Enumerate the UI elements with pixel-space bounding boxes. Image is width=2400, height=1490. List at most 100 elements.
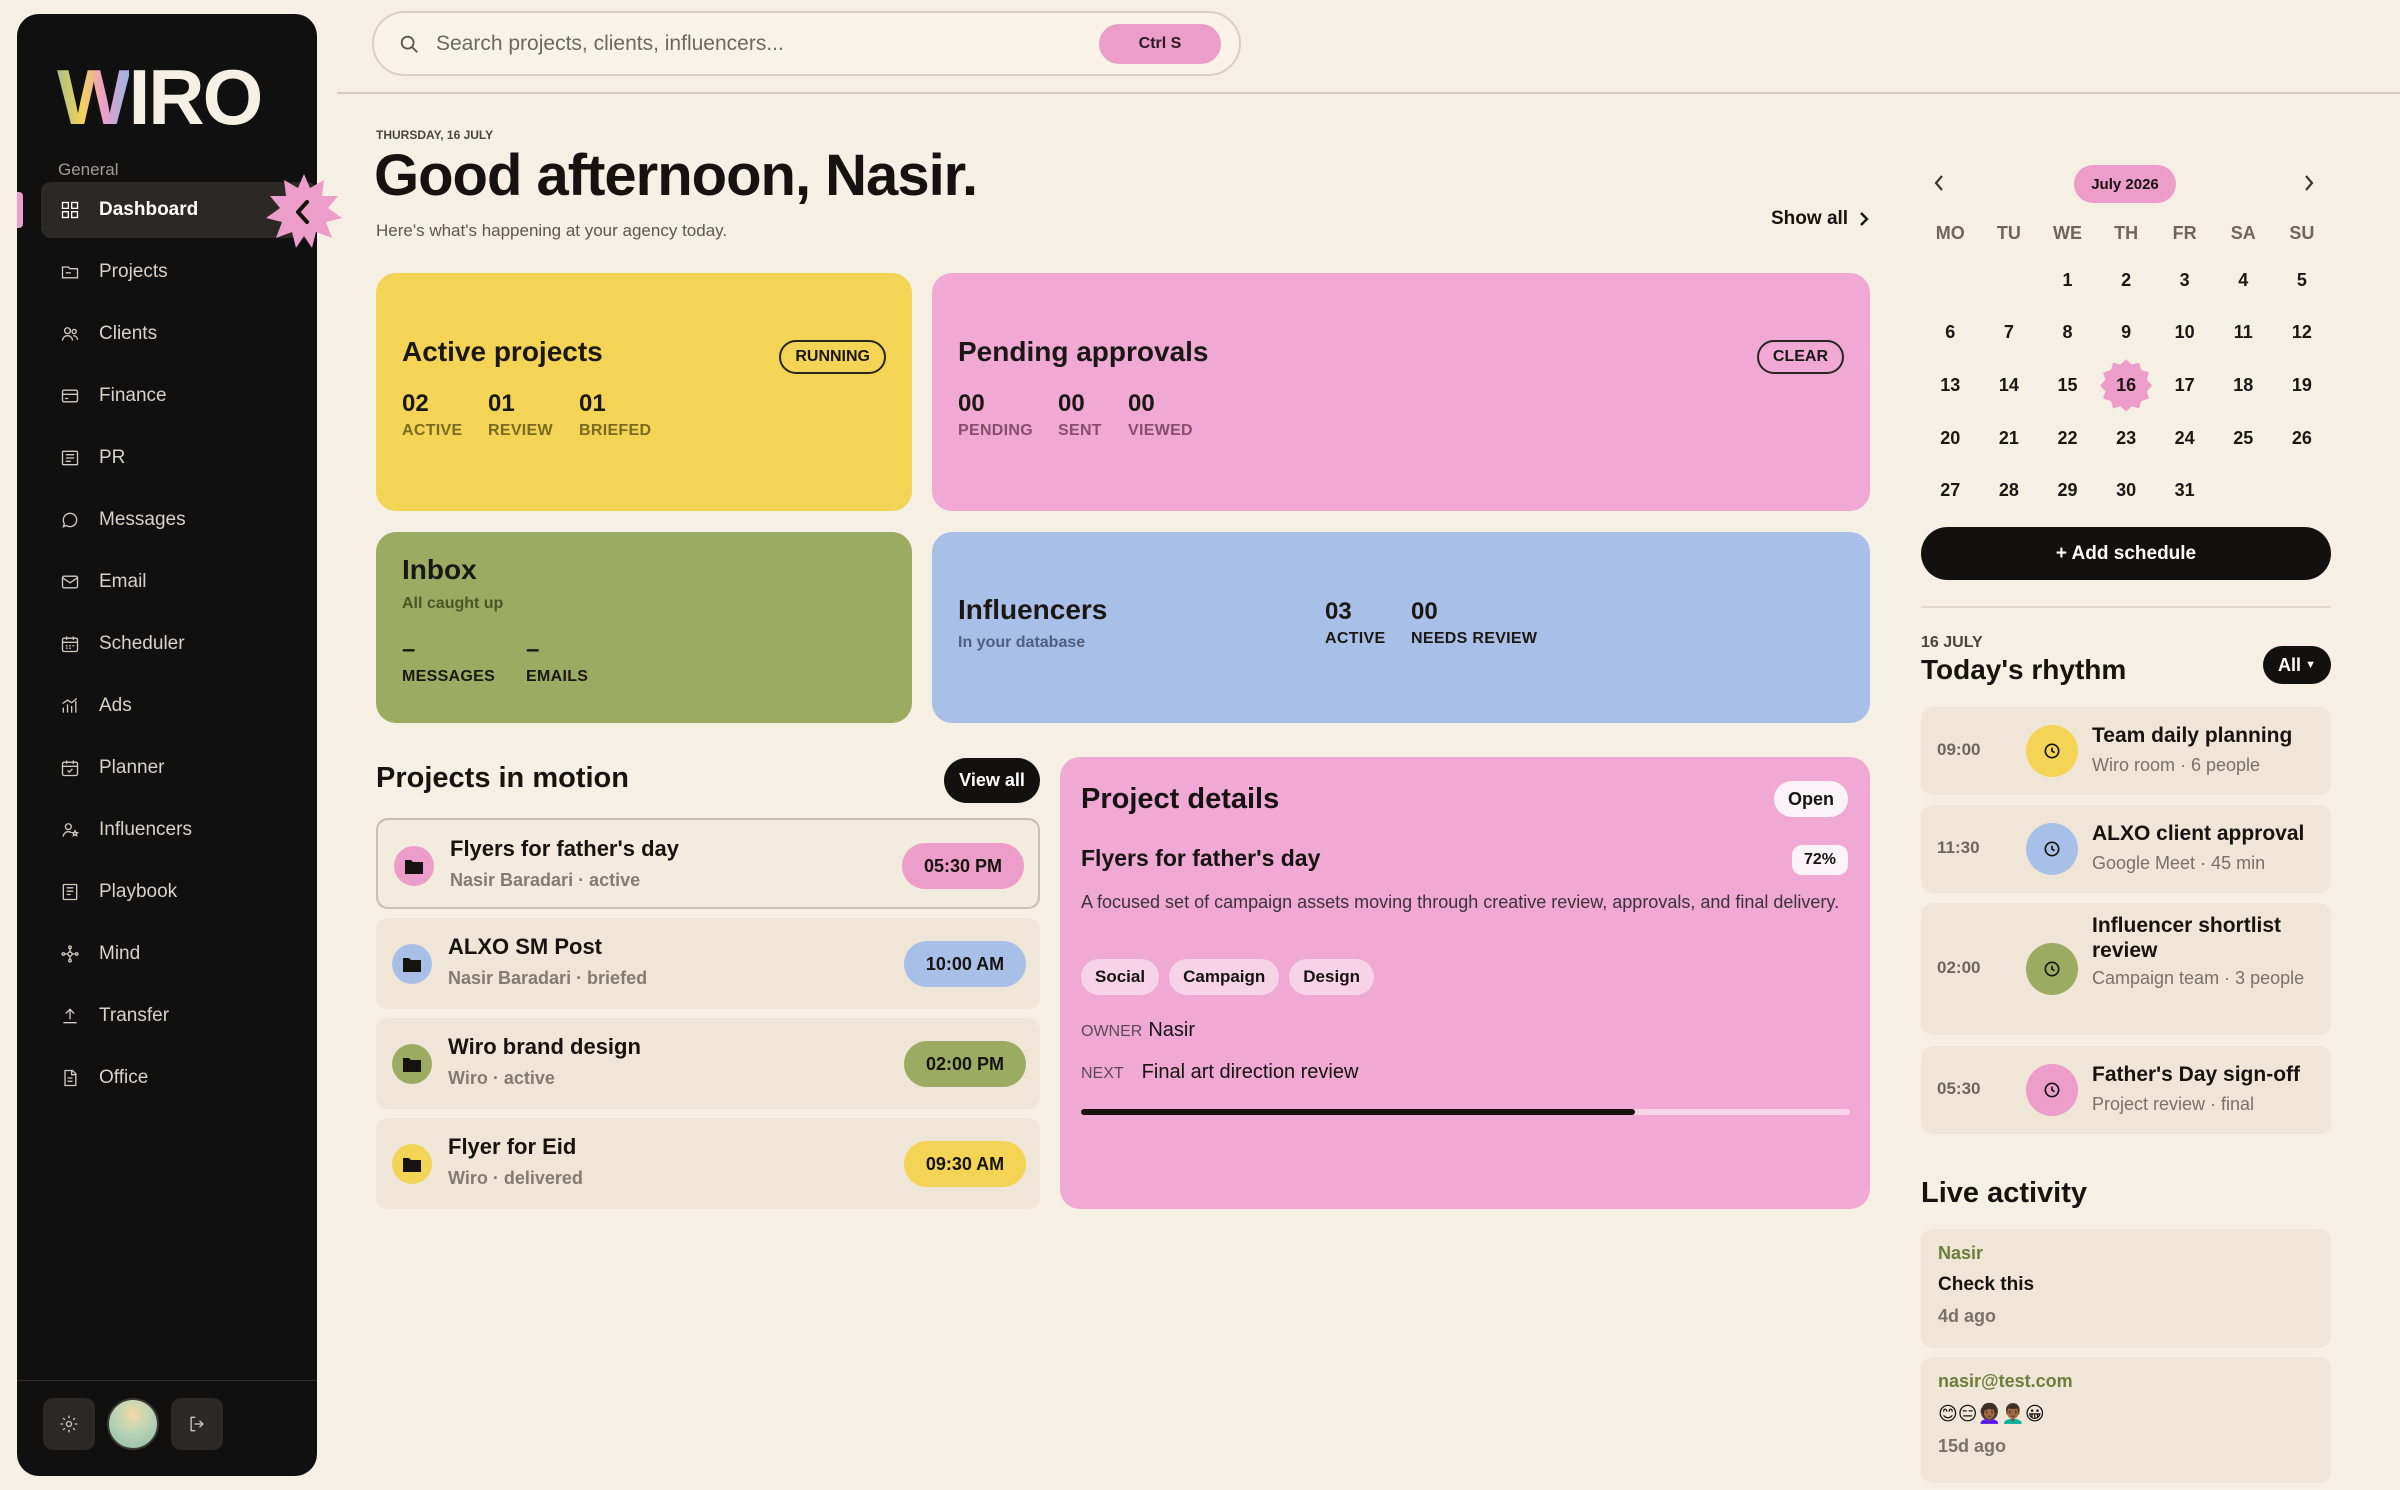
sidebar-item-label: PR bbox=[99, 447, 126, 468]
add-schedule-button[interactable]: + Add schedule bbox=[1921, 527, 2331, 580]
sidebar-item-email[interactable]: Email bbox=[41, 554, 317, 610]
activity-user: Nasir bbox=[1938, 1243, 1984, 1263]
calendar-day[interactable]: 20 bbox=[1921, 412, 1980, 465]
clock-icon bbox=[2026, 1064, 2078, 1116]
sidebar-item-finance[interactable]: Finance bbox=[41, 368, 317, 424]
calendar-day[interactable]: 24 bbox=[2155, 412, 2214, 465]
schedule-event[interactable]: 11:30 ALXO client approval Google Meet · 4… bbox=[1921, 805, 2331, 893]
clock-icon bbox=[2026, 725, 2078, 777]
calendar-day[interactable]: 22 bbox=[2038, 412, 2097, 465]
calendar-day[interactable]: 15 bbox=[2038, 359, 2097, 412]
calendar-prev-button[interactable] bbox=[1932, 172, 1950, 196]
event-time: 02:00 bbox=[1937, 958, 1981, 977]
calendar-day-today[interactable]: 16 bbox=[2097, 359, 2156, 412]
sidebar-item-ads[interactable]: Ads bbox=[41, 678, 317, 734]
calendar-month[interactable]: July 2026 bbox=[2074, 165, 2176, 203]
activity-message: Check this bbox=[1938, 1274, 2035, 1295]
calendar-day[interactable]: 28 bbox=[1980, 464, 2039, 517]
calendar-next-button[interactable] bbox=[2302, 172, 2320, 196]
sidebar-item-projects[interactable]: Projects bbox=[41, 244, 317, 300]
project-row[interactable]: Flyer for Eid Wiro · delivered 09:30 AM bbox=[376, 1118, 1040, 1209]
pending-approvals-card[interactable]: Pending approvals CLEAR 00 PENDING 00 SENT… bbox=[932, 273, 1870, 511]
schedule-event[interactable]: 05:30 Father's Day sign-off Project review… bbox=[1921, 1046, 2331, 1134]
logout-button[interactable] bbox=[171, 1398, 223, 1450]
project-row[interactable]: ALXO SM Post Nasir Baradari · briefed 10:0… bbox=[376, 918, 1040, 1009]
sidebar-item-clients[interactable]: Clients bbox=[41, 306, 317, 362]
tag[interactable]: Design bbox=[1289, 959, 1374, 995]
sidebar-item-messages[interactable]: Messages bbox=[41, 492, 317, 548]
sidebar-item-label: Mind bbox=[99, 943, 141, 964]
project-name: Wiro brand design bbox=[448, 1034, 641, 1059]
project-row[interactable]: Wiro brand design Wiro · active 02:00 PM bbox=[376, 1018, 1040, 1109]
calendar-day[interactable]: 17 bbox=[2155, 359, 2214, 412]
rhythm-filter-dropdown[interactable]: All ▼ bbox=[2263, 646, 2331, 684]
event-title: Team daily planning bbox=[2092, 724, 2293, 747]
calendar-day[interactable]: 12 bbox=[2273, 307, 2332, 360]
calendar-day[interactable]: 19 bbox=[2273, 359, 2332, 412]
sidebar-item-transfer[interactable]: Transfer bbox=[41, 988, 317, 1044]
sidebar-item-pr[interactable]: PR bbox=[41, 430, 317, 486]
active-projects-card[interactable]: Active projects RUNNING 02 ACTIVE 01 REVIE… bbox=[376, 273, 912, 511]
calendar-day[interactable]: 4 bbox=[2214, 254, 2273, 307]
sidebar-item-scheduler[interactable]: Scheduler bbox=[41, 616, 317, 672]
project-row[interactable]: Flyers for father's day Nasir Baradari · … bbox=[376, 818, 1040, 909]
calendar-day[interactable]: 11 bbox=[2214, 307, 2273, 360]
influencers-card[interactable]: Influencers In your database 03 ACTIVE 00… bbox=[932, 532, 1870, 723]
inbox-card[interactable]: Inbox All caught up – MESSAGES – EMAILS bbox=[376, 532, 912, 723]
calendar-day[interactable]: 8 bbox=[2038, 307, 2097, 360]
view-all-button[interactable]: View all bbox=[944, 758, 1040, 803]
weekday-label: TH bbox=[2114, 222, 2139, 243]
calendar-day[interactable]: 5 bbox=[2273, 254, 2332, 307]
collapse-sidebar-button[interactable] bbox=[264, 172, 344, 252]
wiro-logo[interactable]: WIRO bbox=[57, 52, 263, 142]
settings-button[interactable] bbox=[43, 1398, 95, 1450]
calendar-day[interactable]: 6 bbox=[1921, 307, 1980, 360]
calendar-icon bbox=[59, 633, 81, 655]
open-button[interactable]: Open bbox=[1774, 781, 1848, 817]
calendar-day[interactable]: 29 bbox=[2038, 464, 2097, 517]
calendar-day[interactable]: 18 bbox=[2214, 359, 2273, 412]
sidebar-item-office[interactable]: Office bbox=[41, 1050, 317, 1106]
status-badge: CLEAR bbox=[1756, 340, 1844, 374]
calendar-day[interactable]: 9 bbox=[2097, 307, 2156, 360]
avatar[interactable] bbox=[107, 1398, 159, 1450]
calendar-day[interactable]: 13 bbox=[1921, 359, 1980, 412]
calendar-day[interactable]: 26 bbox=[2273, 412, 2332, 465]
calendar-day[interactable]: 14 bbox=[1980, 359, 2039, 412]
calendar-day[interactable]: 27 bbox=[1921, 464, 1980, 517]
search-input[interactable]: Search projects, clients, influencers... bbox=[436, 32, 784, 56]
calendar-day[interactable]: 3 bbox=[2155, 254, 2214, 307]
tag[interactable]: Campaign bbox=[1169, 959, 1280, 995]
progress-fill bbox=[1081, 1109, 1635, 1115]
calendar-day[interactable]: 10 bbox=[2155, 307, 2214, 360]
calendar-day[interactable]: 2 bbox=[2097, 254, 2156, 307]
sidebar-item-planner[interactable]: Planner bbox=[41, 740, 317, 796]
card-subtitle: In your database bbox=[958, 634, 1086, 651]
schedule-event[interactable]: 02:00 Influencer shortlist review Campaign… bbox=[1921, 903, 2331, 1035]
activity-item[interactable]: nasir@test.com 😊😑👩🏾‍🦱👨🏾‍🦱😀 15d ago bbox=[1921, 1357, 2331, 1483]
clock-icon bbox=[2026, 823, 2078, 875]
calendar-day[interactable]: 30 bbox=[2097, 464, 2156, 517]
search-icon bbox=[400, 35, 418, 53]
folder-icon bbox=[392, 1044, 432, 1084]
sidebar-item-mind[interactable]: Mind bbox=[41, 926, 317, 982]
show-all-link[interactable]: Show all bbox=[1771, 208, 1870, 230]
activity-item[interactable]: Nasir Check this 4d ago bbox=[1921, 1229, 2331, 1348]
sidebar-item-label: Projects bbox=[99, 261, 168, 282]
calendar-day[interactable]: 7 bbox=[1980, 307, 2039, 360]
sidebar-item-influencers[interactable]: Influencers bbox=[41, 802, 317, 858]
sidebar-item-playbook[interactable]: Playbook bbox=[41, 864, 317, 920]
calendar-day[interactable]: 21 bbox=[1980, 412, 2039, 465]
stat-needs-review: 00 NEEDS REVIEW bbox=[1411, 598, 1538, 647]
stat-pending: 00 PENDING bbox=[958, 390, 1033, 439]
calendar-day[interactable]: 31 bbox=[2155, 464, 2214, 517]
calendar-day[interactable]: 23 bbox=[2097, 412, 2156, 465]
tag[interactable]: Social bbox=[1081, 959, 1160, 995]
card-title: Influencers bbox=[958, 594, 1108, 625]
calendar-day[interactable]: 25 bbox=[2214, 412, 2273, 465]
document-icon bbox=[59, 1067, 81, 1089]
calendar-day[interactable]: 1 bbox=[2038, 254, 2097, 307]
schedule-event[interactable]: 09:00 Team daily planning Wiro room · 6 pe… bbox=[1921, 707, 2331, 795]
sidebar-item-label: Clients bbox=[99, 323, 158, 344]
search-bar[interactable]: Search projects, clients, influencers...… bbox=[372, 11, 1241, 76]
